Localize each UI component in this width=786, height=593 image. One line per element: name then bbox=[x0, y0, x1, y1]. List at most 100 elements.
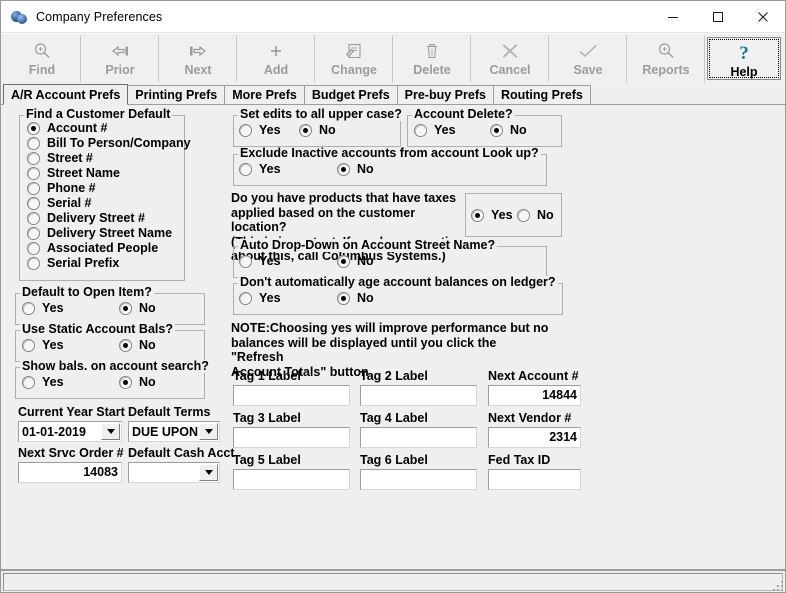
radio-default-open-item-no[interactable]: No bbox=[119, 301, 156, 315]
check-mark-icon bbox=[578, 40, 598, 62]
radio-dot-icon bbox=[239, 124, 252, 137]
radio-exclude-inactive-no[interactable]: No bbox=[337, 162, 374, 176]
chevron-down-icon[interactable] bbox=[199, 464, 218, 481]
delete-button[interactable]: Delete bbox=[393, 35, 471, 83]
magnifier-plus-icon bbox=[657, 40, 675, 62]
tab-ar-account-prefs[interactable]: A/R Account Prefs bbox=[3, 84, 128, 105]
minimize-icon[interactable] bbox=[650, 1, 695, 32]
radio-find-associated-people[interactable]: Associated People bbox=[27, 241, 158, 255]
radio-label: Bill To Person/Company bbox=[47, 136, 191, 150]
radio-dot-icon bbox=[27, 212, 40, 225]
find-button[interactable]: Find bbox=[3, 35, 81, 83]
window-controls bbox=[650, 1, 785, 32]
radio-find-account-number[interactable]: Account # bbox=[27, 121, 107, 135]
radio-static-bals-no[interactable]: No bbox=[119, 338, 156, 352]
radio-find-bill-to-person-company[interactable]: Bill To Person/Company bbox=[27, 136, 191, 150]
radio-label: Serial Prefix bbox=[47, 256, 119, 270]
radio-label: Yes bbox=[434, 123, 456, 137]
radio-exclude-inactive-yes[interactable]: Yes bbox=[239, 162, 281, 176]
radio-tax-question-no[interactable]: No bbox=[517, 208, 554, 222]
tag-5-input[interactable] bbox=[233, 469, 350, 490]
default-cash-acct-combo[interactable] bbox=[128, 462, 220, 483]
radio-default-open-item-yes[interactable]: Yes bbox=[22, 301, 64, 315]
reports-button[interactable]: Reports bbox=[627, 35, 705, 83]
tab-more-prefs[interactable]: More Prefs bbox=[224, 85, 305, 104]
radio-dont-age-yes[interactable]: Yes bbox=[239, 291, 281, 305]
next-button[interactable]: Next bbox=[159, 35, 237, 83]
fed-tax-id-label: Fed Tax ID bbox=[488, 453, 550, 467]
tab-printing-prefs[interactable]: Printing Prefs bbox=[127, 85, 225, 104]
magnifier-plus-icon bbox=[33, 40, 51, 62]
save-button[interactable]: Save bbox=[549, 35, 627, 83]
default-terms-combo[interactable]: DUE UPON R bbox=[128, 421, 220, 442]
radio-dot-icon bbox=[27, 197, 40, 210]
radio-upper-case-no[interactable]: No bbox=[299, 123, 336, 137]
tax-question-line-1: Do you have products that have taxes bbox=[231, 191, 471, 206]
next-vendor-input[interactable]: 2314 bbox=[488, 427, 581, 448]
edit-document-icon bbox=[345, 40, 363, 62]
radio-static-bals-yes[interactable]: Yes bbox=[22, 338, 64, 352]
chevron-down-icon[interactable] bbox=[101, 423, 120, 440]
next-srvc-order-input[interactable]: 14083 bbox=[18, 462, 122, 483]
radio-find-serial-number[interactable]: Serial # bbox=[27, 196, 91, 210]
tab-budget-prefs[interactable]: Budget Prefs bbox=[304, 85, 398, 104]
ar-account-prefs-panel: Find a Customer Default Account # Bill T… bbox=[1, 105, 785, 569]
tag-6-input[interactable] bbox=[360, 469, 477, 490]
radio-dot-icon bbox=[239, 292, 252, 305]
radio-tax-question-yes[interactable]: Yes bbox=[471, 208, 513, 222]
radio-account-delete-no[interactable]: No bbox=[490, 123, 527, 137]
radio-show-bals-yes[interactable]: Yes bbox=[22, 375, 64, 389]
set-edits-upper-case-title: Set edits to all upper case? bbox=[238, 108, 404, 121]
add-button[interactable]: Add bbox=[237, 35, 315, 83]
radio-account-delete-yes[interactable]: Yes bbox=[414, 123, 456, 137]
current-year-start-combo[interactable]: 01-01-2019 bbox=[18, 421, 122, 442]
find-button-label: Find bbox=[29, 63, 55, 77]
help-button[interactable]: ? Help bbox=[707, 37, 781, 80]
dont-age-account-balances-title: Don't automatically age account balances… bbox=[238, 276, 558, 289]
close-icon[interactable] bbox=[740, 1, 785, 32]
radio-dot-icon bbox=[119, 376, 132, 389]
tag-2-input[interactable] bbox=[360, 385, 477, 406]
radio-find-street-name[interactable]: Street Name bbox=[27, 166, 120, 180]
radio-label: Yes bbox=[42, 301, 64, 315]
radio-dot-icon bbox=[299, 124, 312, 137]
radio-dot-icon bbox=[27, 182, 40, 195]
radio-find-delivery-street-name[interactable]: Delivery Street Name bbox=[27, 226, 172, 240]
radio-dont-age-no[interactable]: No bbox=[337, 291, 374, 305]
radio-dot-icon bbox=[414, 124, 427, 137]
radio-find-serial-prefix[interactable]: Serial Prefix bbox=[27, 256, 119, 270]
fed-tax-id-input[interactable] bbox=[488, 469, 581, 490]
auto-drop-down-street-name-title: Auto Drop-Down on Account Street Name? bbox=[238, 239, 497, 252]
tab-pre-buy-prefs[interactable]: Pre-buy Prefs bbox=[397, 85, 494, 104]
radio-show-bals-no[interactable]: No bbox=[119, 375, 156, 389]
resize-grip-icon[interactable] bbox=[769, 577, 783, 591]
radio-auto-dropdown-yes[interactable]: Yes bbox=[239, 254, 281, 268]
radio-upper-case-yes[interactable]: Yes bbox=[239, 123, 281, 137]
maximize-icon[interactable] bbox=[695, 1, 740, 32]
radio-dot-icon bbox=[22, 302, 35, 315]
tag-1-input[interactable] bbox=[233, 385, 350, 406]
chevron-down-icon[interactable] bbox=[199, 423, 218, 440]
tab-routing-prefs[interactable]: Routing Prefs bbox=[493, 85, 591, 104]
radio-dot-icon bbox=[490, 124, 503, 137]
next-account-input[interactable]: 14844 bbox=[488, 385, 581, 406]
cancel-button-label: Cancel bbox=[490, 63, 531, 77]
tag-3-input[interactable] bbox=[233, 427, 350, 448]
radio-label: No bbox=[319, 123, 336, 137]
change-button[interactable]: Change bbox=[315, 35, 393, 83]
prior-button[interactable]: Prior bbox=[81, 35, 159, 83]
radio-find-delivery-street-number[interactable]: Delivery Street # bbox=[27, 211, 145, 225]
radio-dot-icon bbox=[22, 376, 35, 389]
radio-find-phone-number[interactable]: Phone # bbox=[27, 181, 96, 195]
window-title: Company Preferences bbox=[36, 10, 162, 24]
radio-dot-icon bbox=[27, 122, 40, 135]
find-a-customer-default-title: Find a Customer Default bbox=[24, 108, 172, 121]
radio-find-street-number[interactable]: Street # bbox=[27, 151, 93, 165]
tag-4-input[interactable] bbox=[360, 427, 477, 448]
radio-dot-icon bbox=[517, 209, 530, 222]
radio-dot-icon bbox=[337, 292, 350, 305]
radio-auto-dropdown-no[interactable]: No bbox=[337, 254, 374, 268]
cancel-button[interactable]: Cancel bbox=[471, 35, 549, 83]
account-delete-title: Account Delete? bbox=[412, 108, 515, 121]
radio-label: No bbox=[357, 162, 374, 176]
